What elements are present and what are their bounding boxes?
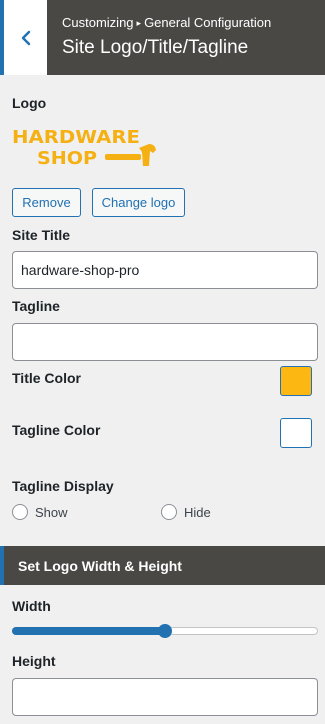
title-color-swatch[interactable] — [280, 366, 312, 396]
tagline-color-swatch[interactable] — [280, 418, 312, 448]
breadcrumb-section: General Configuration — [144, 15, 272, 30]
site-logo-image: HARDWARE SHOP — [12, 128, 156, 169]
tagline-hide-label: Hide — [184, 504, 211, 520]
change-logo-button[interactable]: Change logo — [92, 188, 185, 217]
breadcrumb-root: Customizing — [62, 15, 134, 30]
height-label: Height — [12, 653, 56, 669]
site-title-input[interactable]: hardware-shop-pro — [12, 251, 318, 289]
customizer-header: Customizing ▸ General Configuration Site L… — [0, 0, 325, 75]
radio-circle-icon — [12, 504, 28, 520]
logo-size-section-label: Set Logo Width & Height — [18, 557, 182, 574]
logo-text-line1: HARDWARE — [12, 128, 140, 148]
tagline-display-label: Tagline Display — [12, 478, 114, 494]
logo-label: Logo — [12, 95, 47, 111]
tagline-hide-radio[interactable]: Hide — [161, 504, 211, 520]
logo-text-line2: SHOP — [37, 149, 97, 169]
title-color-label: Title Color — [12, 370, 81, 386]
page-title: Site Logo/Title/Tagline — [62, 37, 249, 58]
width-slider[interactable] — [12, 624, 318, 638]
slider-fill — [12, 627, 165, 635]
width-label: Width — [12, 598, 51, 614]
tagline-show-radio[interactable]: Show — [12, 504, 68, 520]
radio-circle-icon — [161, 504, 177, 520]
breadcrumb-separator-icon: ▸ — [136, 18, 142, 28]
breadcrumb: Customizing ▸ General Configuration — [62, 15, 271, 30]
tagline-label: Tagline — [12, 298, 60, 314]
logo-size-section-header[interactable]: Set Logo Width & Height — [0, 546, 325, 585]
back-button[interactable] — [0, 0, 47, 75]
slider-thumb[interactable] — [158, 624, 172, 638]
remove-logo-button[interactable]: Remove — [12, 188, 81, 217]
chevron-left-icon — [21, 30, 30, 45]
site-title-label: Site Title — [12, 227, 71, 243]
tagline-color-label: Tagline Color — [12, 422, 101, 438]
height-input[interactable] — [12, 678, 318, 716]
tagline-input[interactable] — [12, 323, 318, 361]
tagline-show-label: Show — [35, 504, 68, 520]
